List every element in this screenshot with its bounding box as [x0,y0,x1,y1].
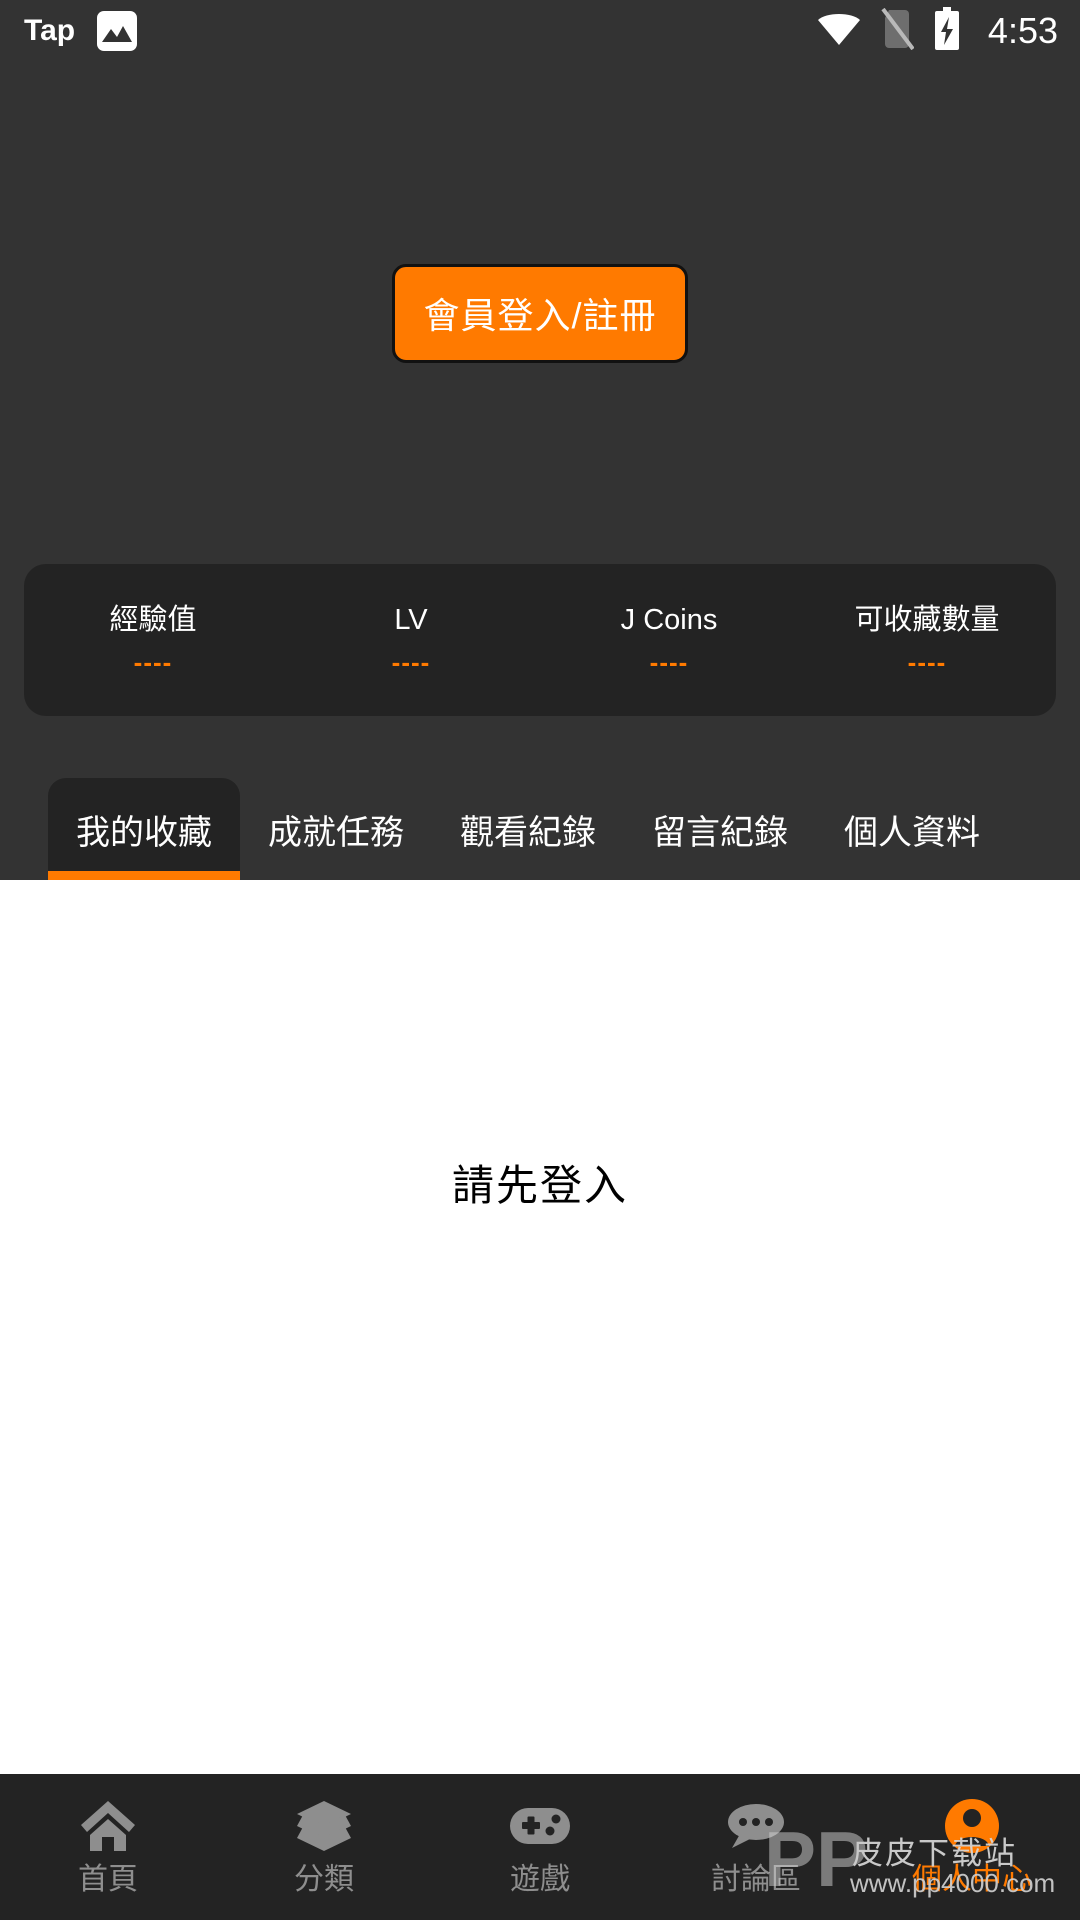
status-bar-right: 4:53 [816,6,1058,56]
gamepad-icon [509,1799,571,1853]
stat-jcoins[interactable]: J Coins ---- [540,603,798,677]
stat-label: LV [394,603,428,636]
stats-panel-wrapper: 經驗值 ---- LV ---- J Coins ---- 可收藏數量 ---- [0,564,1080,716]
no-sim-icon [880,7,915,55]
image-icon [97,11,138,51]
tab-bar[interactable]: 我的收藏 成就任務 觀看紀錄 留言紀錄 個人資料 [0,778,1080,880]
nav-item-personal-center[interactable]: 個人中心 [864,1799,1080,1895]
stat-value: ---- [649,646,689,677]
user-circle-icon [944,1799,1000,1853]
stat-level[interactable]: LV ---- [282,603,540,677]
stat-label: 可收藏數量 [854,603,1000,636]
nav-label: 遊戲 [510,1863,570,1896]
tab-comment-history[interactable]: 留言紀錄 [624,778,816,880]
layers-icon [295,1799,353,1853]
stat-value: ---- [133,646,173,677]
chat-bubble-icon [726,1799,786,1853]
app-screen: Tap 4:53 會員登入/註冊 經驗值 ---- LV ---- J Coin… [0,0,1080,1920]
nav-label: 分類 [294,1863,354,1896]
status-bar-left: Tap [24,11,138,51]
app-brand-label: Tap [24,14,76,47]
empty-state-message: 請先登入 [451,1162,628,1209]
tab-watch-history[interactable]: 觀看紀錄 [432,778,624,880]
battery-charging-icon [932,6,962,56]
status-bar: Tap 4:53 [0,0,1080,62]
tab-my-favorites[interactable]: 我的收藏 [48,778,240,880]
nav-label: 首頁 [78,1863,138,1896]
content-area: 請先登入 [0,880,1080,1774]
wifi-icon [816,11,862,52]
hero-section: 會員登入/註冊 [0,62,1080,564]
tab-profile[interactable]: 個人資料 [816,778,1008,880]
stat-experience[interactable]: 經驗值 ---- [24,603,282,677]
stat-value: ---- [391,646,431,677]
nav-label: 討論區 [711,1863,801,1896]
home-icon [79,1799,137,1853]
tab-achievements[interactable]: 成就任務 [240,778,432,880]
nav-item-games[interactable]: 遊戲 [432,1799,648,1895]
nav-item-forum[interactable]: 討論區 [648,1799,864,1895]
stat-value: ---- [907,646,947,677]
clock-label: 4:53 [987,10,1058,51]
bottom-navigation-bar: 首頁 分類 遊戲 討論區 個人中心 PP 皮皮下载站 www.pp4000.co… [0,1774,1080,1920]
stats-panel: 經驗值 ---- LV ---- J Coins ---- 可收藏數量 ---- [24,564,1056,716]
nav-item-home[interactable]: 首頁 [0,1799,216,1895]
stat-label: J Coins [620,603,718,636]
stat-label: 經驗值 [109,603,197,636]
stat-collectable-count[interactable]: 可收藏數量 ---- [798,603,1056,677]
nav-item-categories[interactable]: 分類 [216,1799,432,1895]
login-register-button[interactable]: 會員登入/註冊 [392,263,688,363]
nav-label: 個人中心 [912,1863,1032,1896]
